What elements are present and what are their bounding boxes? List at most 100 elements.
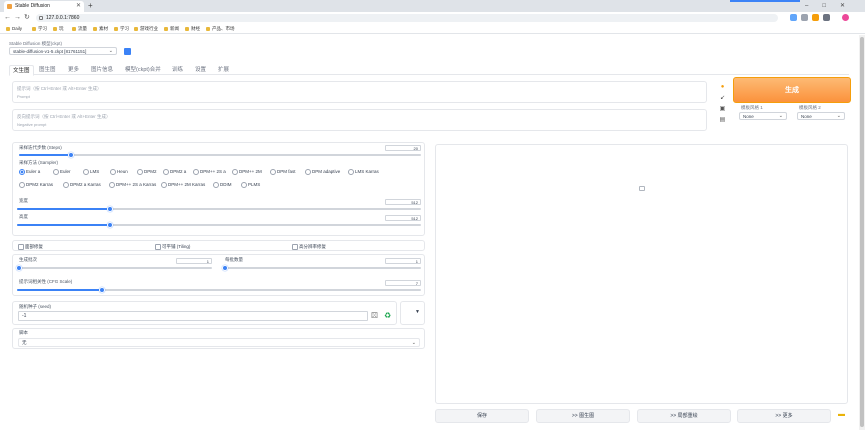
extension-icon[interactable] <box>801 14 808 21</box>
reuse-seed-icon[interactable]: ♻ <box>384 311 391 321</box>
sampler-option[interactable]: DPM++ 2S a <box>193 168 226 175</box>
height-slider-handle[interactable] <box>106 222 113 228</box>
tab-train[interactable]: 训练 <box>169 65 186 75</box>
height-slider[interactable] <box>17 222 421 228</box>
steps-slider-handle[interactable] <box>68 152 75 158</box>
bookmark-item[interactable]: 财经 <box>185 25 200 33</box>
cfg-label: 提示词相关性 (CFG Scale) <box>19 279 73 284</box>
bookmark-item[interactable]: 流量 <box>72 25 87 33</box>
refresh-model-button[interactable] <box>124 48 131 55</box>
extensions-puzzle-icon[interactable] <box>823 14 830 21</box>
address-bar[interactable]: 127.0.0.1:7860 <box>36 14 778 22</box>
batch-count-slider[interactable] <box>16 265 212 271</box>
seed-extra-toggle[interactable]: ▼ <box>400 301 425 325</box>
generate-button[interactable]: 生成 <box>733 77 851 103</box>
style1-select[interactable]: None ⌄ <box>739 112 787 120</box>
window-controls[interactable]: –□✕ <box>805 0 859 12</box>
bookmark-item[interactable]: 学习 <box>114 25 129 33</box>
batch-count-slider-handle[interactable] <box>16 265 22 271</box>
style2-select[interactable]: None ⌄ <box>797 112 845 120</box>
sampler-option[interactable]: DPM++ 2S a Karras <box>109 181 156 188</box>
sampler-option[interactable]: DPM2 <box>137 168 157 175</box>
batch-count-number-input[interactable]: 1 <box>176 258 212 264</box>
cfg-slider-handle[interactable] <box>98 287 105 293</box>
sampler-option[interactable]: PLMS <box>241 181 260 188</box>
sampler-option[interactable]: DPM adaptive <box>305 168 340 175</box>
steps-number-input[interactable]: 20 <box>385 145 421 151</box>
batch-size-number-input[interactable]: 1 <box>385 258 421 264</box>
bookmark-item[interactable]: 素材 <box>93 25 108 33</box>
width-number-input[interactable]: 512 <box>385 199 421 205</box>
sampler-option[interactable]: DPM++ 2M Karras <box>161 181 205 188</box>
random-seed-icon[interactable]: ⚄ <box>371 311 378 321</box>
scrollbar-thumb[interactable] <box>860 37 864 427</box>
extension-icon[interactable] <box>790 14 797 21</box>
sampler-option[interactable]: Heun <box>110 168 128 175</box>
read-params-icon[interactable]: ↙ <box>719 95 726 102</box>
send-to-img2img-button[interactable]: >> 图生图 <box>536 409 630 423</box>
sampler-option[interactable]: DPM2 a <box>163 168 186 175</box>
model-select[interactable]: stable-diffusion-v1-5.ckpt [81761151] ⌄ <box>9 47 117 55</box>
height-label: 高度 <box>19 214 28 219</box>
sampler-option[interactable]: DPM fast <box>270 168 296 175</box>
sampler-option[interactable]: Euler <box>53 168 71 175</box>
extension-icon[interactable] <box>812 14 819 21</box>
bookmark-item[interactable]: Daily <box>6 25 22 33</box>
tab-png-info[interactable]: 图片信息 <box>88 65 116 75</box>
interrogate-icon[interactable]: ● <box>719 84 726 91</box>
close-tab-icon[interactable]: ✕ <box>76 1 81 12</box>
hires-fix-checkbox[interactable]: 高分辨率修复 <box>292 243 326 250</box>
save-button[interactable]: 保存 <box>435 409 529 423</box>
tab-extensions[interactable]: 扩展 <box>215 65 232 75</box>
triangle-down-icon: ▼ <box>415 309 420 315</box>
tab-checkpoint-merger[interactable]: 模型(ckpt)合并 <box>122 65 164 75</box>
width-slider[interactable] <box>17 206 421 212</box>
send-to-extras-button[interactable]: >> 更多 <box>737 409 831 423</box>
steps-slider[interactable] <box>19 152 421 158</box>
sampler-option[interactable]: DPM2 a Karras <box>63 181 101 188</box>
back-icon[interactable]: ← <box>4 12 11 24</box>
cfg-slider[interactable] <box>17 287 421 293</box>
tab-img2img[interactable]: 图生图 <box>36 65 59 75</box>
new-tab-icon[interactable]: + <box>88 0 93 12</box>
send-to-inpaint-button[interactable]: >> 局部重绘 <box>637 409 731 423</box>
seed-label: 随机种子 (seed) <box>19 304 52 309</box>
forward-icon[interactable]: → <box>14 12 21 24</box>
sampler-option[interactable]: DPM++ 2M <box>232 168 262 175</box>
tab-extras[interactable]: 更多 <box>65 65 82 75</box>
width-slider-handle[interactable] <box>106 206 113 212</box>
reload-icon[interactable]: ↻ <box>24 12 30 24</box>
seed-input[interactable]: -1 <box>18 311 368 321</box>
batch-panel: 生成批次 1 每批数量 1 提示词相关性 (CFG Scale) 7 <box>12 254 425 296</box>
sampler-option[interactable]: DPM2 Karras <box>19 181 53 188</box>
tab-txt2img[interactable]: 文生图 <box>9 65 34 76</box>
batch-size-slider-handle[interactable] <box>222 265 228 271</box>
height-number-input[interactable]: 512 <box>385 215 421 221</box>
site-info-icon[interactable] <box>39 16 43 20</box>
style1-value: None <box>743 114 754 119</box>
tab-settings[interactable]: 设置 <box>192 65 209 75</box>
script-select[interactable]: 无 ⌄ <box>18 338 420 347</box>
bookmark-item[interactable]: 产品、市场 <box>206 25 235 33</box>
negative-prompt-input[interactable]: 反向提示词（按 Ctrl+Enter 或 Alt+Enter 生成） Negat… <box>12 109 707 131</box>
clear-prompt-icon[interactable]: ▣ <box>719 106 726 113</box>
bookmark-item[interactable]: 学习 <box>32 25 47 33</box>
sampler-option[interactable]: LMS <box>83 168 99 175</box>
prompt-input[interactable]: 提示词（按 Ctrl+Enter 或 Alt+Enter 生成） Prompt <box>12 81 707 103</box>
cfg-number-input[interactable]: 7 <box>385 280 421 286</box>
sampler-option[interactable]: LMS Karras <box>348 168 379 175</box>
style-apply-icon[interactable]: ▤ <box>719 117 726 124</box>
page-scrollbar[interactable] <box>859 35 865 430</box>
sampler-option[interactable]: DDIM <box>213 181 232 188</box>
batch-size-slider[interactable] <box>222 265 421 271</box>
profile-avatar[interactable] <box>842 14 849 21</box>
bookmark-item[interactable]: 游戏行业 <box>134 25 158 33</box>
batch-size-label: 每批数量 <box>225 257 243 262</box>
bookmark-item[interactable]: 新闻 <box>164 25 179 33</box>
browser-tab[interactable]: Stable Diffusion ✕ <box>4 1 84 12</box>
restore-faces-checkbox[interactable]: 面部修复 <box>18 243 43 250</box>
open-folder-icon[interactable]: ▬ <box>838 411 845 418</box>
bookmark-item[interactable]: 玩 <box>53 25 64 33</box>
tiling-checkbox[interactable]: 可平铺 (Tiling) <box>155 243 190 250</box>
sampler-option[interactable]: Euler a <box>19 168 40 175</box>
